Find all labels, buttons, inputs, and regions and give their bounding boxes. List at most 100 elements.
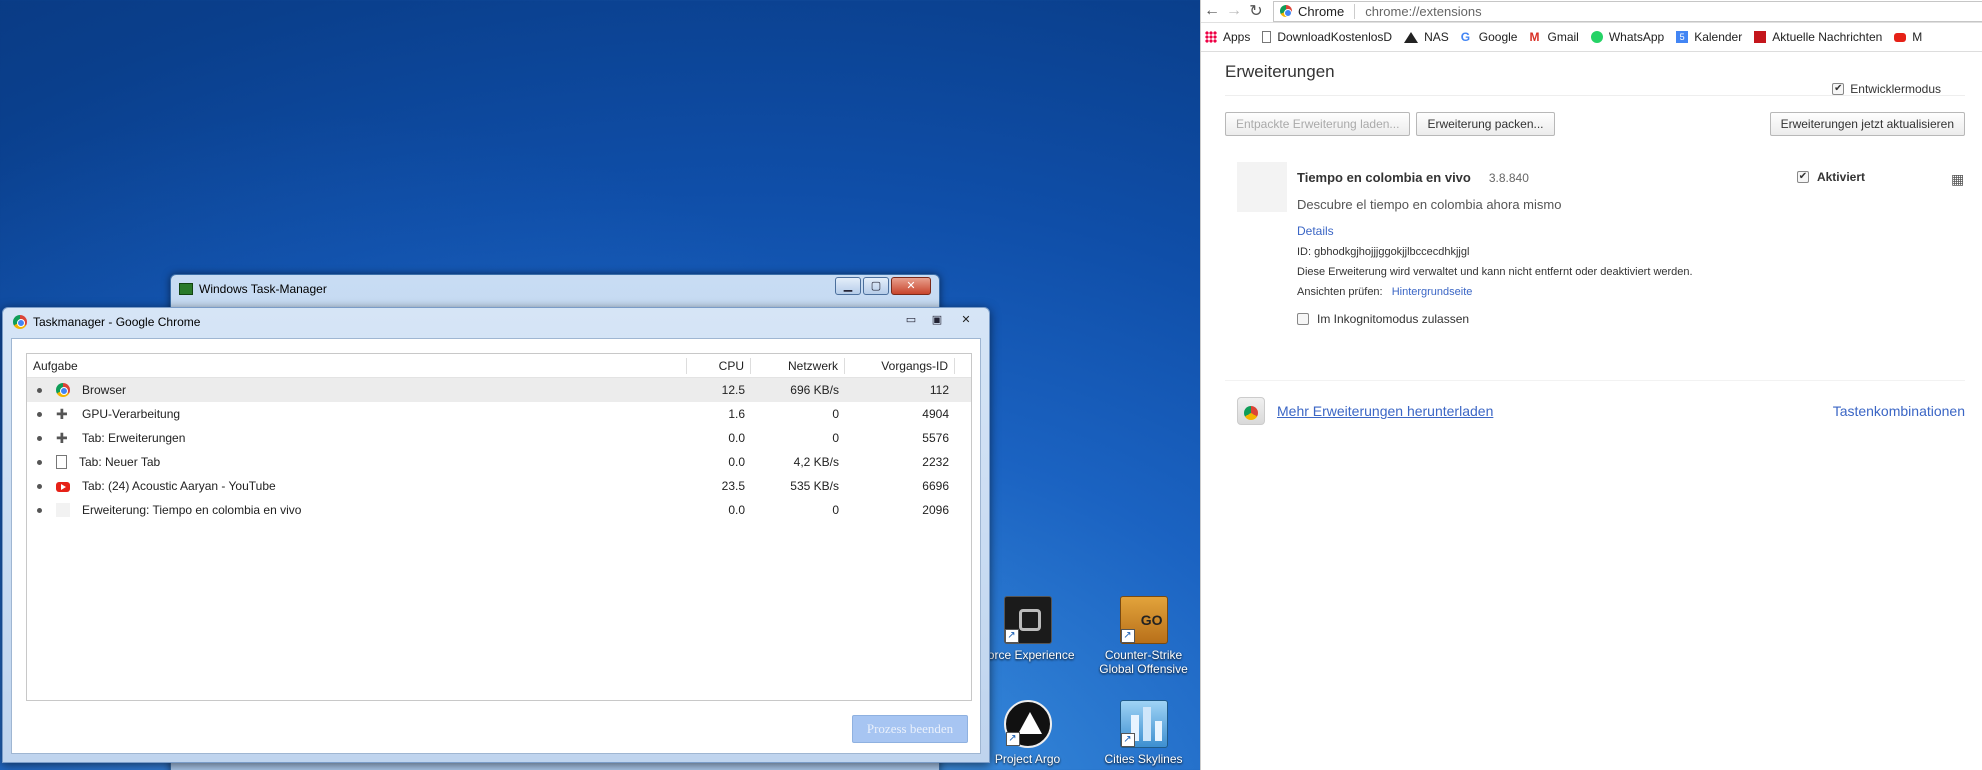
desktop-icon-csgo[interactable]: GO ↗ Counter-Strike Global Offensive bbox=[1086, 596, 1201, 676]
minimize-button[interactable]: ▭ bbox=[899, 312, 923, 330]
checkbox-checked-icon[interactable]: ✔ bbox=[1796, 171, 1809, 183]
desktop-icon-label: Counter-Strike Global Offensive bbox=[1099, 648, 1188, 676]
cpu-value: 0.0 bbox=[728, 431, 745, 445]
column-header-network[interactable]: Netzwerk bbox=[751, 357, 845, 374]
task-name: Browser bbox=[82, 383, 127, 397]
details-link[interactable]: Details bbox=[1297, 224, 1817, 238]
address-bar[interactable]: Chrome chrome://extensions bbox=[1273, 0, 1982, 22]
shortcut-arrow-icon: ↗ bbox=[1004, 629, 1019, 643]
bullet-icon bbox=[37, 507, 42, 513]
geforce-icon: ↗ bbox=[1003, 596, 1052, 644]
developer-mode-label: Entwicklermodus bbox=[1850, 82, 1941, 96]
column-header-cpu[interactable]: CPU bbox=[687, 357, 751, 374]
network-value: 0 bbox=[832, 407, 839, 421]
network-value: 0 bbox=[832, 431, 839, 445]
developer-mode-toggle[interactable]: ✔ Entwicklermodus bbox=[1832, 82, 1941, 96]
bullet-icon bbox=[37, 483, 42, 489]
bookmark-kalender[interactable]: 5 Kalender bbox=[1676, 30, 1742, 44]
close-button[interactable]: ✕ bbox=[951, 312, 981, 330]
cpu-value: 0.0 bbox=[728, 503, 745, 517]
puzzle-icon: ✚ bbox=[56, 430, 68, 446]
checkbox-unchecked-icon[interactable] bbox=[1297, 313, 1309, 325]
get-more-extensions-link[interactable]: Mehr Erweiterungen herunterladen bbox=[1277, 403, 1493, 419]
chrome-task-manager-window[interactable]: Taskmanager - Google Chrome ▭ ▣ ✕ Aufgab… bbox=[2, 307, 990, 763]
back-icon[interactable]: ← bbox=[1201, 2, 1223, 20]
network-value: 696 KB/s bbox=[790, 383, 839, 397]
bookmark-apps[interactable]: Apps bbox=[1205, 30, 1250, 44]
whatsapp-icon bbox=[1590, 31, 1603, 43]
incognito-toggle[interactable]: Im Inkognitomodus zulassen bbox=[1297, 312, 1817, 326]
youtube-icon bbox=[56, 482, 70, 492]
table-row[interactable]: Browser 12.5 696 KB/s 112 bbox=[27, 378, 971, 402]
pid-value: 2232 bbox=[922, 455, 949, 469]
end-process-button[interactable]: Prozess beenden bbox=[852, 715, 968, 743]
table-row[interactable]: Erweiterung: Tiempo en colombia en vivo … bbox=[27, 498, 971, 522]
background-page-link[interactable]: Hintergrundseite bbox=[1392, 286, 1473, 298]
table-row[interactable]: ✚ GPU-Verarbeitung 1.6 0 4904 bbox=[27, 402, 971, 426]
incognito-label: Im Inkognitomodus zulassen bbox=[1317, 312, 1470, 326]
network-value: 4,2 KB/s bbox=[793, 455, 839, 469]
task-name: Erweiterung: Tiempo en colombia en vivo bbox=[82, 503, 302, 517]
shortcut-arrow-icon: ↗ bbox=[1005, 732, 1020, 746]
nas-icon bbox=[1404, 31, 1419, 43]
chrome-icon bbox=[13, 315, 27, 329]
table-row[interactable]: Tab: Neuer Tab 0.0 4,2 KB/s 2232 bbox=[27, 450, 971, 474]
minimize-button[interactable]: ▁ bbox=[835, 277, 861, 295]
task-manager-icon bbox=[179, 283, 193, 295]
enabled-toggle[interactable]: ✔ Aktiviert bbox=[1796, 170, 1865, 184]
forward-icon[interactable]: → bbox=[1223, 2, 1245, 20]
extension-title: Tiempo en colombia en vivo 3.8.840 bbox=[1297, 170, 1817, 185]
bookmark-whatsapp[interactable]: WhatsApp bbox=[1590, 30, 1664, 44]
inspect-views: Ansichten prüfen: Hintergrundseite bbox=[1297, 286, 1817, 298]
maximize-button[interactable]: ▢ bbox=[863, 277, 889, 295]
network-value: 535 KB/s bbox=[790, 479, 839, 493]
bookmark-download[interactable]: DownloadKostenlosD bbox=[1262, 30, 1392, 44]
pack-extension-button[interactable]: Erweiterung packen... bbox=[1416, 112, 1555, 136]
keyboard-shortcuts-link[interactable]: Tastenkombinationen bbox=[1833, 403, 1965, 419]
webstore-icon bbox=[1237, 397, 1265, 425]
extension-icon bbox=[1237, 162, 1287, 212]
checkbox-checked-icon[interactable]: ✔ bbox=[1832, 83, 1845, 95]
chrome-icon bbox=[56, 383, 70, 397]
bookmark-google[interactable]: G Google bbox=[1461, 30, 1518, 44]
bookmark-gmail[interactable]: M Gmail bbox=[1529, 30, 1578, 44]
task-name: GPU-Verarbeitung bbox=[82, 407, 181, 421]
window-controls: ▭ ▣ ✕ bbox=[899, 312, 981, 330]
bookmark-nas[interactable]: NAS bbox=[1404, 30, 1449, 44]
desktop-icon-cities-skylines[interactable]: ↗ Cities Skylines bbox=[1086, 700, 1201, 766]
table-row[interactable]: Tab: (24) Acoustic Aaryan - YouTube 23.5… bbox=[27, 474, 971, 498]
extension-item: Tiempo en colombia en vivo 3.8.840 Descub… bbox=[1225, 162, 1965, 327]
task-name: Tab: Neuer Tab bbox=[79, 455, 161, 469]
extension-description: Descubre el tiempo en colombia ahora mis… bbox=[1297, 197, 1562, 212]
bullet-icon bbox=[37, 459, 42, 465]
table-row[interactable]: ✚ Tab: Erweiterungen 0.0 0 5576 bbox=[27, 426, 971, 450]
url-text: chrome://extensions bbox=[1365, 3, 1482, 19]
pid-value: 6696 bbox=[922, 479, 949, 493]
column-header-pid[interactable]: Vorgangs-ID bbox=[845, 357, 955, 374]
window-controls: ▁ ▢ ✕ bbox=[835, 277, 931, 295]
extension-id: ID: gbhodkgjhojjjggokjjlbccecdhkjjgl bbox=[1297, 246, 1470, 258]
omnibox-bar: ← → ↻ Chrome chrome://extensions bbox=[1201, 0, 1982, 23]
task-name: Tab: (24) Acoustic Aaryan - YouTube bbox=[82, 479, 276, 493]
network-value: 0 bbox=[832, 503, 839, 517]
update-extensions-button[interactable]: Erweiterungen jetzt aktualisieren bbox=[1769, 112, 1965, 136]
task-manager-content: Aufgabe CPU Netzwerk Vorgangs-ID Browser… bbox=[11, 338, 981, 754]
cpu-value: 0.0 bbox=[728, 455, 745, 469]
shortcut-arrow-icon: ↗ bbox=[1120, 733, 1135, 747]
load-unpacked-button[interactable]: Entpackte Erweiterung laden... bbox=[1225, 112, 1411, 136]
bookmark-nachrichten[interactable]: Aktuelle Nachrichten bbox=[1754, 30, 1882, 44]
bookmark-youtube[interactable]: M bbox=[1894, 30, 1922, 44]
extension-name: Tiempo en colombia en vivo bbox=[1297, 170, 1471, 185]
window-titlebar[interactable]: Windows Task-Manager bbox=[171, 275, 939, 303]
chrome-page-icon bbox=[1280, 5, 1292, 17]
window-title: Taskmanager - Google Chrome bbox=[33, 315, 201, 329]
cpu-value: 12.5 bbox=[721, 383, 745, 397]
extension-blank-icon bbox=[56, 503, 70, 517]
column-header-task[interactable]: Aufgabe bbox=[27, 357, 687, 374]
window-titlebar[interactable]: Taskmanager - Google Chrome bbox=[3, 308, 989, 336]
reload-icon[interactable]: ↻ bbox=[1245, 1, 1267, 21]
maximize-button[interactable]: ▣ bbox=[925, 312, 949, 330]
more-extensions-row: Mehr Erweiterungen herunterladen Tastenk… bbox=[1225, 380, 1965, 425]
close-button[interactable]: ✕ bbox=[891, 277, 931, 295]
puzzle-icon: ✚ bbox=[56, 406, 68, 422]
